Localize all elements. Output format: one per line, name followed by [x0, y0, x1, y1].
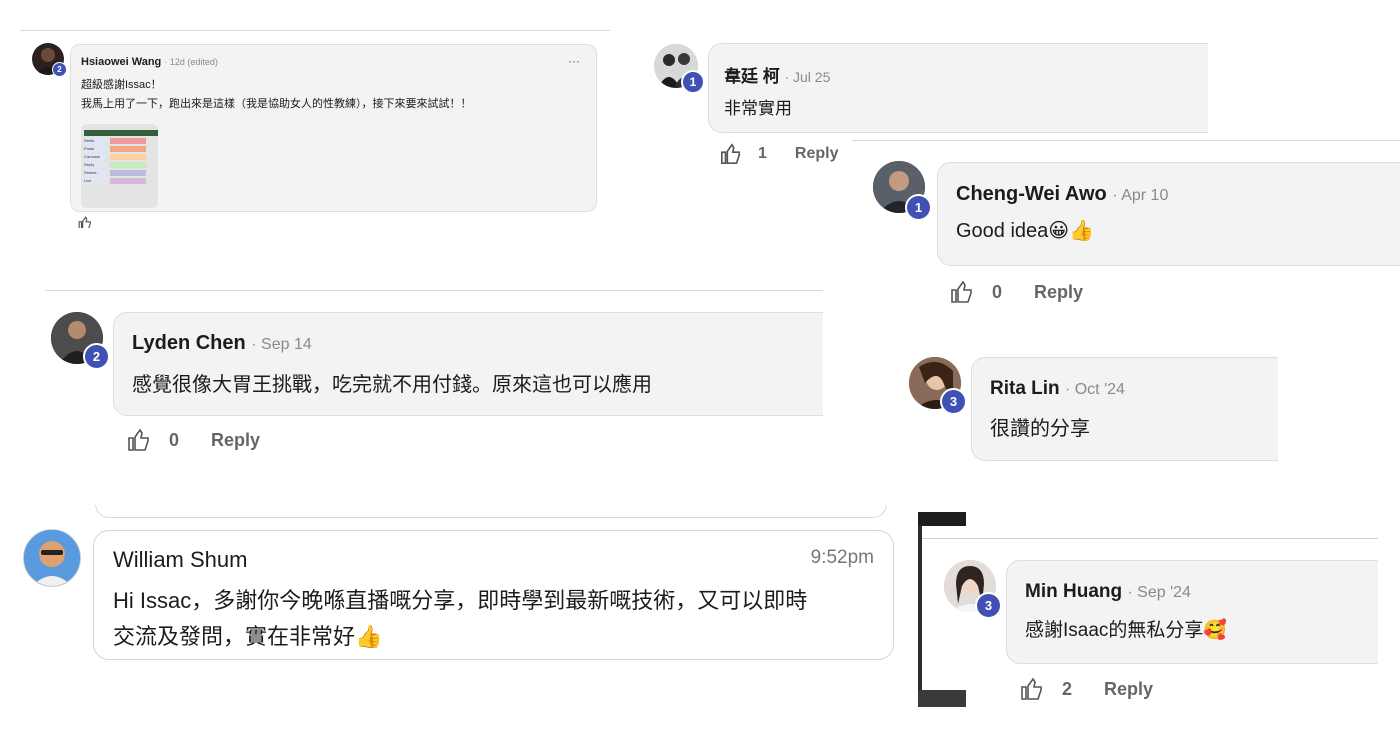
bubble-edge — [95, 505, 887, 518]
thumbnail-row-tag — [110, 162, 146, 168]
more-options-icon[interactable]: ··· — [568, 54, 580, 68]
comment-snippet-chengwei: 1 Cheng-Wei Awo · Apr 10 Good idea😀👍 0 R… — [852, 140, 1400, 320]
thumbnail-row-tag — [110, 138, 146, 144]
comment-date: · Apr 10 — [1112, 187, 1169, 204]
author-name[interactable]: 韋廷 柯 — [724, 67, 780, 86]
thumbnail-row: Carousel — [84, 154, 158, 160]
level-badge: 3 — [975, 592, 1002, 619]
author-name[interactable]: William Shum — [113, 547, 247, 573]
thumbnail-row-tag — [110, 146, 146, 152]
comment-text: 感覺很像大胃王挑戰，吃完就不用付錢。原來這也可以應用 — [132, 374, 652, 396]
like-count: 0 — [169, 429, 180, 450]
thumbnail-row-label: Live — [84, 178, 106, 184]
attachment-thumbnail[interactable]: Reels Posts Carousel Reply Stories Live — [81, 124, 158, 208]
thumbnail-row: Reels — [84, 138, 158, 144]
comment-text: 感謝Isaac的無私分享🥰 — [1025, 620, 1228, 641]
author-name[interactable]: Min Huang — [1025, 581, 1122, 602]
comment-time: 9:52pm — [810, 547, 874, 568]
reply-button[interactable]: Reply — [211, 430, 260, 451]
thumbnail-row-label: Posts — [84, 146, 106, 152]
comment-bubble: William Shum 9:52pm Hi Issac，多謝你今晚喺直播嘅分享… — [93, 530, 894, 660]
avatar[interactable] — [23, 529, 81, 587]
comment-text-line2: 交流及發問，實在非常好👍 — [113, 624, 383, 649]
thumbnail-row-tag — [110, 178, 146, 184]
level-badge: 2 — [83, 343, 110, 370]
thumbnail-row: Posts — [84, 146, 158, 152]
comment-snippet-rita: 3 Rita Lin · Oct '24 很讚的分享 — [900, 350, 1278, 482]
level-badge: 1 — [681, 70, 705, 94]
reply-button[interactable]: Reply — [1034, 282, 1083, 303]
author-name[interactable]: Cheng-Wei Awo — [956, 183, 1107, 205]
comment-snippet-lyden: 2 Lyden Chen · Sep 14 感覺很像大胃王挑戰，吃完就不用付錢。… — [45, 288, 823, 478]
comment-text-line1: 超級感謝Issac！ — [81, 79, 162, 91]
thumbnail-row-label: Reels — [84, 138, 106, 144]
thumbnail-row: Reply — [84, 162, 158, 168]
comment-date: · 12d (edited) — [164, 57, 218, 67]
comment-date: · Sep '24 — [1127, 584, 1191, 601]
divider — [45, 290, 823, 291]
comment-actions: 1 Reply — [720, 143, 838, 165]
level-badge: 2 — [52, 62, 67, 77]
comment-text-line1: Hi Issac，多謝你今晚喺直播嘅分享，即時學到最新嘅技術，又可以即時 — [113, 588, 808, 613]
divider — [852, 140, 1400, 141]
comment-bubble: 韋廷 柯 · Jul 25 非常實用 — [708, 43, 1208, 133]
dark-frame-bottom — [918, 690, 966, 707]
divider — [922, 538, 1378, 539]
thumbs-up-icon[interactable] — [1020, 677, 1044, 701]
like-count: 0 — [992, 281, 1003, 302]
reply-button[interactable]: Reply — [1104, 679, 1153, 700]
comment-text: 很讚的分享 — [990, 418, 1090, 440]
level-badge: 3 — [940, 388, 967, 415]
author-name[interactable]: Lyden Chen — [132, 332, 246, 354]
comment-text-line2: 我馬上用了一下，跑出來是這樣（我是協助女人的性教練），接下來要來試試！！ — [81, 98, 472, 110]
dark-frame-left — [918, 512, 922, 707]
thumbs-up-icon[interactable] — [720, 143, 742, 165]
thumbnail-row-label: Carousel — [84, 154, 106, 160]
comment-actions: 0 Reply — [127, 428, 260, 452]
comment-actions: 2 Reply — [1020, 677, 1153, 701]
thumbnail-row-label: Reply — [84, 162, 106, 168]
author-name[interactable]: Hsiaowei Wang — [81, 56, 161, 68]
comment-date: · Sep 14 — [251, 336, 312, 353]
comment-bubble: Rita Lin · Oct '24 很讚的分享 — [971, 357, 1278, 461]
thumbnail-row: Live — [84, 178, 158, 184]
comment-bubble: Hsiaowei Wang · 12d (edited) ··· 超級感謝Iss… — [70, 44, 597, 212]
comment-bubble: Cheng-Wei Awo · Apr 10 Good idea😀👍 — [937, 162, 1400, 266]
comment-bubble: Min Huang · Sep '24 感謝Isaac的無私分享🥰 — [1006, 560, 1378, 664]
comment-snippet-hsiaowei: 2 Hsiaowei Wang · 12d (edited) ··· 超級感謝I… — [20, 28, 610, 228]
divider — [20, 30, 610, 31]
dark-frame-top — [918, 512, 966, 526]
thumbnail-row-label: Stories — [84, 170, 106, 176]
thumbs-up-icon[interactable] — [78, 216, 92, 228]
thumbs-up-icon[interactable] — [127, 428, 151, 452]
comment-text: 非常實用 — [724, 99, 792, 118]
thumbnail-row-tag — [110, 170, 146, 176]
comment-date: · Oct '24 — [1064, 381, 1125, 398]
like-count: 2 — [1062, 678, 1073, 699]
thumbnail-row: Stories — [84, 170, 158, 176]
comment-snippet-william: William Shum 9:52pm Hi Issac，多謝你今晚喺直播嘅分享… — [15, 505, 900, 680]
comment-date: · Jul 25 — [784, 69, 831, 85]
thumbs-up-icon[interactable] — [950, 280, 974, 304]
comment-text: Good idea😀👍 — [956, 220, 1095, 242]
level-badge: 1 — [905, 194, 932, 221]
comment-actions — [78, 216, 92, 228]
comment-snippet-min: 3 Min Huang · Sep '24 感謝Isaac的無私分享🥰 2 Re… — [918, 512, 1378, 707]
comment-actions: 0 Reply — [950, 280, 1083, 304]
thumbnail-row-tag — [110, 154, 146, 160]
like-count: 1 — [758, 145, 767, 162]
comment-bubble: Lyden Chen · Sep 14 感覺很像大胃王挑戰，吃完就不用付錢。原來… — [113, 312, 823, 416]
author-name[interactable]: Rita Lin — [990, 378, 1060, 399]
reply-button[interactable]: Reply — [795, 145, 839, 163]
